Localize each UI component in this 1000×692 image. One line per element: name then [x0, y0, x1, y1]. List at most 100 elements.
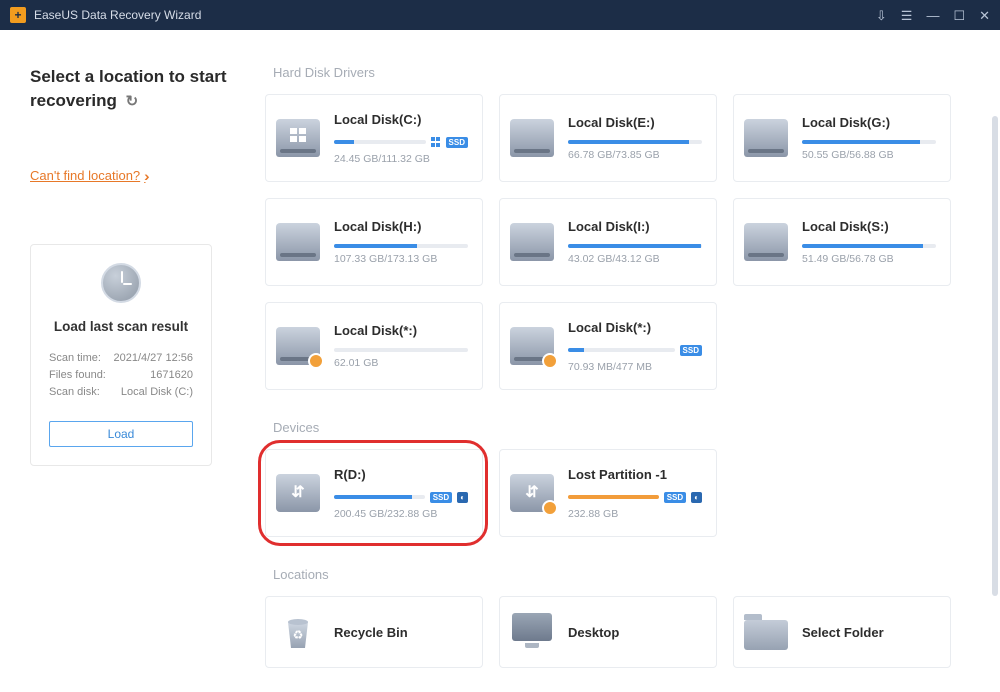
- scan-info-row: Scan time: 2021/4/27 12:56: [49, 352, 193, 364]
- drive-badge: ◐: [691, 492, 702, 503]
- section-label-devices: Devices: [273, 420, 990, 435]
- disk-windows-icon: [276, 119, 320, 157]
- minimize-icon[interactable]: —: [926, 9, 939, 22]
- drive-title: Local Disk(*:): [334, 323, 468, 338]
- heading-line1: Select a location to start: [30, 67, 227, 86]
- scrollbar[interactable]: [992, 116, 998, 596]
- location-card[interactable]: Select Folder: [733, 596, 951, 668]
- svg-text:♻: ♻: [293, 628, 304, 642]
- drive-card[interactable]: Local Disk(S:) 51.49 GB/56.78 GB: [733, 198, 951, 286]
- disk-icon: [744, 119, 788, 157]
- maximize-icon[interactable]: ☐: [953, 9, 965, 22]
- window-controls: ⇩ ☰ — ☐ ✕: [876, 9, 990, 22]
- drive-capacity: 50.55 GB/56.88 GB: [802, 149, 936, 161]
- last-scan-title: Load last scan result: [31, 319, 211, 334]
- warning-overlay-icon: [542, 500, 558, 516]
- scan-info-value: 2021/4/27 12:56: [113, 352, 193, 364]
- chevron-right-icon: ››: [144, 168, 145, 184]
- ssd-badge: SSD: [664, 492, 686, 503]
- usage-bar: [334, 348, 468, 352]
- recycle-bin-icon: ♻: [276, 610, 320, 654]
- drive-card[interactable]: Local Disk(H:) 107.33 GB/173.13 GB: [265, 198, 483, 286]
- drive-card[interactable]: R(D:) SSD ◐ 200.45 GB/232.88 GB: [265, 449, 483, 537]
- usb-icon: [510, 474, 554, 512]
- scan-info-value: 1671620: [150, 369, 193, 381]
- close-icon[interactable]: ✕: [979, 9, 990, 22]
- drive-card[interactable]: Local Disk(C:) SSD 24.45 GB/111.32 GB: [265, 94, 483, 182]
- windows-badge-icon: [431, 137, 441, 147]
- last-scan-panel: Load last scan result Scan time: 2021/4/2…: [30, 244, 212, 466]
- location-title: Select Folder: [802, 625, 936, 640]
- drive-title: Local Disk(H:): [334, 219, 468, 234]
- desktop-icon: [510, 613, 554, 651]
- drive-title: Local Disk(G:): [802, 115, 936, 130]
- app-logo-icon: +: [10, 7, 26, 23]
- drive-capacity: 51.49 GB/56.78 GB: [802, 253, 936, 265]
- disk-icon: [510, 119, 554, 157]
- location-card[interactable]: ♻ Recycle Bin: [265, 596, 483, 668]
- drive-card[interactable]: Local Disk(I:) 43.02 GB/43.12 GB: [499, 198, 717, 286]
- drive-capacity: 107.33 GB/173.13 GB: [334, 253, 468, 265]
- usage-bar: [802, 244, 936, 248]
- usage-bar: [568, 244, 702, 248]
- drive-capacity: 66.78 GB/73.85 GB: [568, 149, 702, 161]
- drive-title: Lost Partition -1: [568, 467, 702, 482]
- folder-icon: [744, 614, 788, 650]
- drive-capacity: 62.01 GB: [334, 357, 468, 369]
- usage-bar: [334, 495, 425, 499]
- drive-card[interactable]: Local Disk(*:) 62.01 GB: [265, 302, 483, 390]
- drive-capacity: 24.45 GB/111.32 GB: [334, 153, 468, 165]
- drive-card[interactable]: Local Disk(*:) SSD 70.93 MB/477 MB: [499, 302, 717, 390]
- drive-title: R(D:): [334, 467, 468, 482]
- warning-overlay-icon: [542, 353, 558, 369]
- devices-grid: R(D:) SSD ◐ 200.45 GB/232.88 GB Lost Part…: [265, 449, 990, 537]
- usage-bar: [334, 244, 468, 248]
- scan-info-row: Files found: 1671620: [49, 369, 193, 381]
- drive-capacity: 200.45 GB/232.88 GB: [334, 508, 468, 520]
- scan-info-value: Local Disk (C:): [121, 386, 193, 398]
- drive-card[interactable]: Local Disk(E:) 66.78 GB/73.85 GB: [499, 94, 717, 182]
- section-label-locations: Locations: [273, 567, 990, 582]
- locations-grid: ♻ Recycle Bin Desktop Select Folder: [265, 596, 990, 668]
- drive-title: Local Disk(E:): [568, 115, 702, 130]
- disk-icon: [276, 223, 320, 261]
- disk-icon: [744, 223, 788, 261]
- drives-grid: Local Disk(C:) SSD 24.45 GB/111.32 GB Lo…: [265, 94, 990, 390]
- drive-capacity: 43.02 GB/43.12 GB: [568, 253, 702, 265]
- app-title: EaseUS Data Recovery Wizard: [34, 8, 201, 22]
- titlebar: + EaseUS Data Recovery Wizard ⇩ ☰ — ☐ ✕: [0, 0, 1000, 30]
- ssd-badge: SSD: [680, 345, 702, 356]
- save-icon[interactable]: ⇩: [876, 9, 887, 22]
- location-title: Desktop: [568, 625, 702, 640]
- drive-badge: ◐: [457, 492, 468, 503]
- usage-bar: [568, 348, 675, 352]
- scan-info-label: Scan time:: [49, 352, 101, 364]
- drive-capacity: 70.93 MB/477 MB: [568, 361, 702, 373]
- disk-icon: [510, 327, 554, 365]
- drive-card[interactable]: Local Disk(G:) 50.55 GB/56.88 GB: [733, 94, 951, 182]
- disk-icon: [276, 327, 320, 365]
- warning-overlay-icon: [308, 353, 324, 369]
- page-heading: Select a location to start recovering ↻: [30, 65, 230, 113]
- drive-card[interactable]: Lost Partition -1 SSD◐ 232.88 GB: [499, 449, 717, 537]
- scan-info-row: Scan disk:Local Disk (C:): [49, 386, 193, 398]
- cant-find-location-link[interactable]: Can't find location? ››: [30, 168, 230, 184]
- usage-bar: [568, 495, 659, 499]
- location-title: Recycle Bin: [334, 625, 468, 640]
- ssd-badge: SSD: [430, 492, 452, 503]
- drive-title: Local Disk(I:): [568, 219, 702, 234]
- ssd-badge: SSD: [446, 137, 468, 148]
- content-area: Hard Disk Drivers Local Disk(C:) SSD 24.…: [255, 30, 1000, 692]
- scan-info-label: Files found:: [49, 369, 106, 381]
- heading-line2: recovering: [30, 91, 117, 110]
- usage-bar: [334, 140, 426, 144]
- disk-icon: [510, 223, 554, 261]
- load-button[interactable]: Load: [49, 421, 193, 447]
- location-card[interactable]: Desktop: [499, 596, 717, 668]
- refresh-icon[interactable]: ↻: [126, 91, 139, 112]
- cant-find-label: Can't find location?: [30, 168, 140, 183]
- sidebar: Select a location to start recovering ↻ …: [0, 30, 255, 692]
- drive-title: Local Disk(*:): [568, 320, 702, 335]
- menu-icon[interactable]: ☰: [901, 9, 913, 22]
- usage-bar: [568, 140, 702, 144]
